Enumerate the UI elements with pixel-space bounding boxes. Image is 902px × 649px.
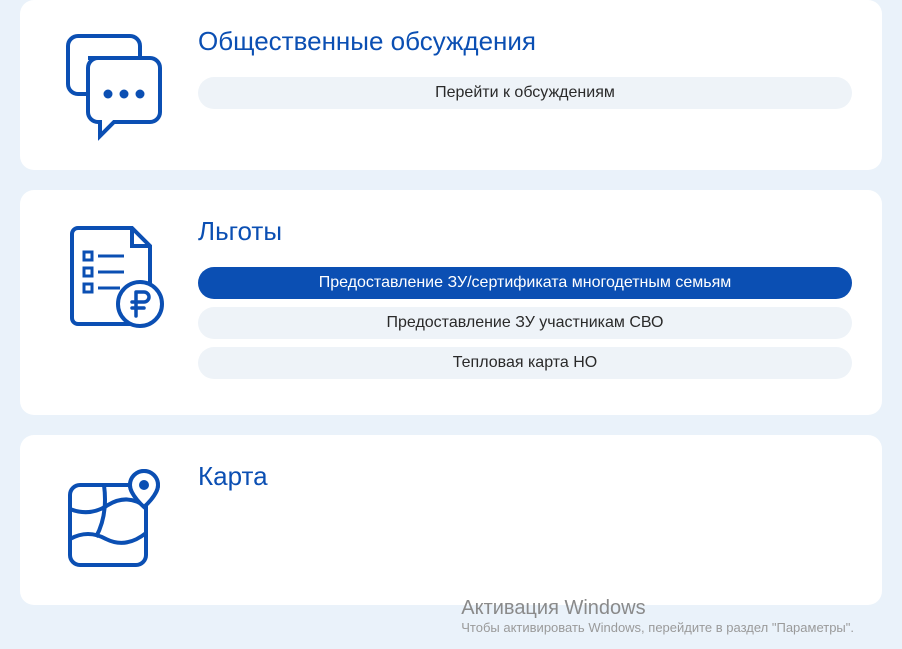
card-discussions: Общественные обсуждения Перейти к обсужд…: [20, 0, 882, 170]
card-benefits-title: Льготы: [198, 216, 852, 247]
chat-bubbles-icon: [50, 22, 170, 142]
card-map-title: Карта: [198, 461, 852, 492]
go-to-discussions-button[interactable]: Перейти к обсуждениям: [198, 77, 852, 109]
watermark-subtitle: Чтобы активировать Windows, перейдите в …: [461, 620, 854, 635]
card-map-body: Карта: [198, 457, 852, 512]
card-discussions-title: Общественные обсуждения: [198, 26, 852, 57]
benefit-item-heatmap[interactable]: Тепловая карта НО: [198, 347, 852, 379]
card-benefits: Льготы Предоставление ЗУ/сертификата мно…: [20, 190, 882, 415]
benefit-item-svo[interactable]: Предоставление ЗУ участникам СВО: [198, 307, 852, 339]
benefit-item-multifamily[interactable]: Предоставление ЗУ/сертификата многодетны…: [198, 267, 852, 299]
card-benefits-body: Льготы Предоставление ЗУ/сертификата мно…: [198, 212, 852, 387]
card-map: Карта: [20, 435, 882, 605]
card-discussions-body: Общественные обсуждения Перейти к обсужд…: [198, 22, 852, 117]
map-pin-icon: [50, 457, 170, 577]
document-ruble-icon: [50, 212, 170, 332]
